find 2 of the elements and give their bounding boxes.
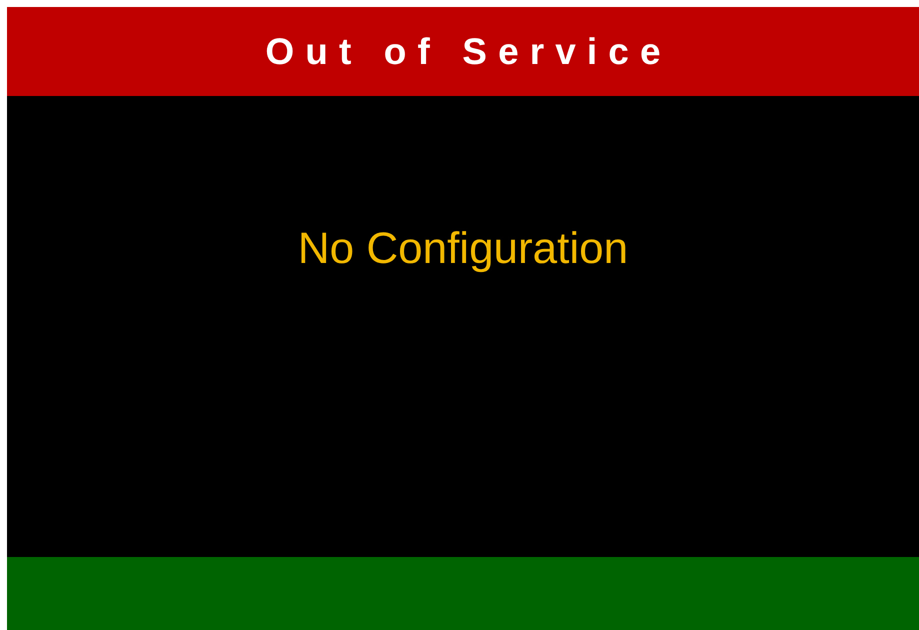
header-title: Out of Service — [265, 30, 672, 72]
status-message: No Configuration — [298, 224, 628, 274]
